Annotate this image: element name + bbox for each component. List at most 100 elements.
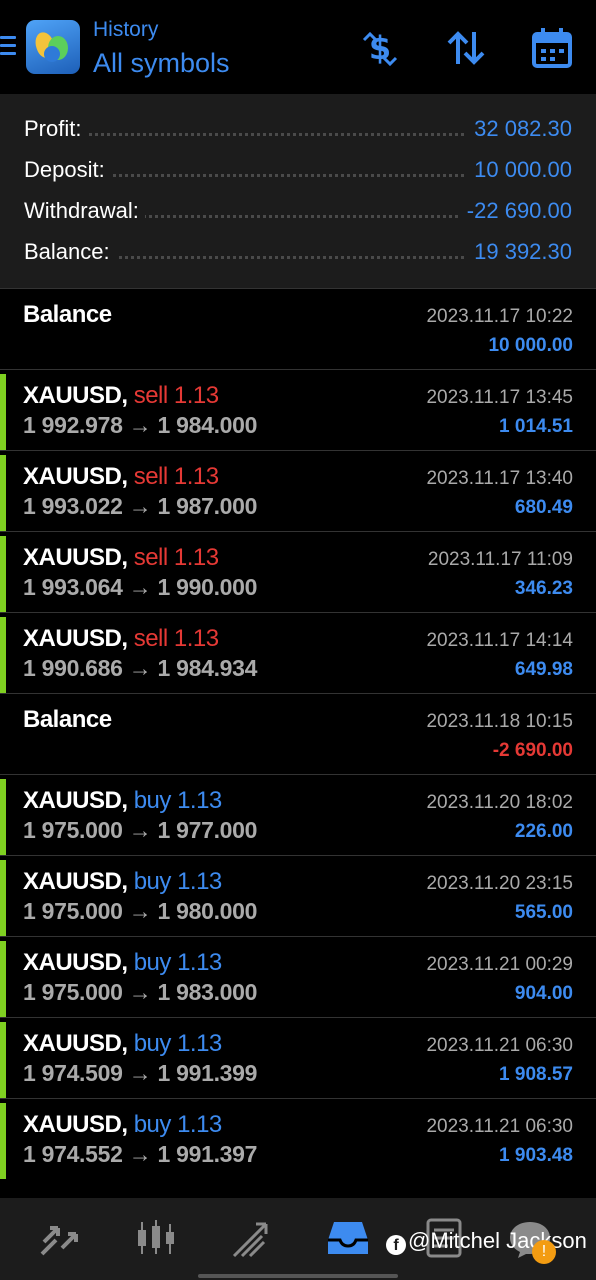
open-price: 1 990.686	[23, 655, 123, 681]
summary-balance: Balance: 19 392.30	[0, 239, 596, 271]
trade-symbol: XAUUSD,	[23, 544, 128, 571]
trade-volume: 1.13	[173, 463, 219, 490]
trade-prices: 1 974.552 → 1 991.397	[23, 1141, 257, 1168]
open-price: 1 975.000	[23, 817, 123, 843]
trade-time: 2023.11.21 00:29	[426, 954, 573, 975]
trade-side: buy	[133, 949, 172, 976]
trade-volume: 1.13	[177, 1111, 222, 1138]
history-icon[interactable]	[324, 1214, 372, 1262]
trade-symbol-line: XAUUSD, sell 1.13	[23, 544, 219, 572]
trade-symbol-line: XAUUSD, buy 1.13	[23, 1030, 222, 1058]
operation-time: 2023.11.18 10:15	[426, 711, 573, 732]
trade-row[interactable]: XAUUSD, buy 1.13 1 974.509 → 1 991.399 202…	[0, 1017, 596, 1099]
menu-icon[interactable]	[0, 36, 16, 58]
close-price: 1 991.399	[157, 1060, 258, 1086]
operation-title: Balance	[23, 301, 112, 328]
chart-icon[interactable]	[132, 1214, 180, 1262]
trade-volume: 1.13	[177, 787, 222, 814]
trade-symbol-line: XAUUSD, sell 1.13	[23, 382, 219, 410]
trade-row[interactable]: XAUUSD, sell 1.13 1 992.978 → 1 984.000 20…	[0, 369, 596, 451]
trade-profit: 226.00	[514, 821, 573, 842]
trade-profit: 346.23	[514, 578, 573, 599]
trade-symbol: XAUUSD,	[23, 463, 128, 490]
summary-label: Deposit:	[24, 157, 111, 183]
arrow-right-icon: →	[128, 574, 152, 600]
profit-indicator	[0, 374, 6, 450]
trade-volume: 1.13	[177, 1030, 222, 1057]
trade-symbol: XAUUSD,	[23, 1111, 128, 1138]
trade-profit: 680.49	[514, 497, 573, 518]
trade-volume: 1.13	[173, 382, 219, 409]
trade-side: sell	[133, 463, 169, 490]
arrow-right-icon: →	[128, 655, 152, 681]
close-price: 1 990.000	[157, 574, 258, 600]
symbol-filter[interactable]: All symbols	[93, 48, 230, 79]
trade-profit: 649.98	[514, 659, 573, 680]
trade-time: 2023.11.17 14:14	[426, 630, 573, 651]
calendar-icon[interactable]	[530, 26, 574, 70]
open-price: 1 975.000	[23, 898, 123, 924]
trade-prices: 1 975.000 → 1 983.000	[23, 979, 257, 1006]
trade-row[interactable]: XAUUSD, sell 1.13 1 990.686 → 1 984.934 20…	[0, 612, 596, 694]
balance-row[interactable]: Balance 2023.11.17 10:22 10 000.00	[0, 288, 596, 370]
open-price: 1 974.509	[23, 1060, 123, 1086]
operation-title: Balance	[23, 706, 112, 733]
app-header: History All symbols $	[0, 0, 596, 94]
arrow-right-icon: →	[128, 1141, 152, 1167]
page-title: History	[93, 18, 159, 41]
trade-symbol: XAUUSD,	[23, 382, 128, 409]
profit-indicator	[0, 779, 6, 855]
profit-indicator	[0, 536, 6, 612]
summary-value: -22 690.00	[458, 198, 572, 224]
trade-symbol-line: XAUUSD, sell 1.13	[23, 625, 219, 653]
trade-row[interactable]: XAUUSD, sell 1.13 1 993.064 → 1 990.000 20…	[0, 531, 596, 613]
summary-label: Withdrawal:	[24, 198, 145, 224]
close-price: 1 980.000	[157, 898, 258, 924]
trade-time: 2023.11.20 23:15	[426, 873, 573, 894]
arrow-right-icon: →	[128, 979, 152, 1005]
trade-row[interactable]: XAUUSD, buy 1.13 1 974.552 → 1 991.397 202…	[0, 1098, 596, 1180]
trade-prices: 1 975.000 → 1 977.000	[23, 817, 257, 844]
trade-row[interactable]: XAUUSD, buy 1.13 1 975.000 → 1 983.000 202…	[0, 936, 596, 1018]
quotes-icon[interactable]	[36, 1214, 84, 1262]
home-indicator[interactable]	[198, 1274, 398, 1278]
trade-row[interactable]: XAUUSD, buy 1.13 1 975.000 → 1 977.000 202…	[0, 774, 596, 856]
profit-indicator	[0, 1103, 6, 1179]
summary-value: 32 082.30	[466, 116, 572, 142]
open-price: 1 975.000	[23, 979, 123, 1005]
trade-time: 2023.11.17 11:09	[427, 549, 573, 570]
trade-side: buy	[133, 868, 172, 895]
summary-deposit: Deposit: 10 000.00	[0, 157, 596, 189]
trade-symbol: XAUUSD,	[23, 787, 128, 814]
profit-indicator	[0, 941, 6, 1017]
dollar-sign-icon[interactable]: $	[358, 26, 402, 70]
trade-row[interactable]: XAUUSD, sell 1.13 1 993.022 → 1 987.000 20…	[0, 450, 596, 532]
trade-side: buy	[133, 1111, 172, 1138]
trade-symbol: XAUUSD,	[23, 868, 128, 895]
trade-profit: 565.00	[514, 902, 573, 923]
trade-icon[interactable]	[228, 1214, 276, 1262]
balance-row[interactable]: Balance 2023.11.18 10:15 -2 690.00	[0, 693, 596, 775]
sort-icon[interactable]	[444, 26, 488, 70]
summary-label: Profit:	[24, 116, 88, 142]
trade-symbol-line: XAUUSD, buy 1.13	[23, 949, 222, 977]
close-price: 1 984.934	[157, 655, 258, 681]
trade-volume: 1.13	[173, 625, 219, 652]
open-price: 1 993.064	[23, 574, 123, 600]
notification-badge: !	[532, 1240, 556, 1264]
arrow-right-icon: →	[128, 412, 152, 438]
trade-side: buy	[133, 1030, 172, 1057]
trade-symbol: XAUUSD,	[23, 949, 128, 976]
close-price: 1 977.000	[157, 817, 258, 843]
trade-symbol-line: XAUUSD, buy 1.13	[23, 1111, 222, 1139]
trade-time: 2023.11.21 06:30	[426, 1116, 573, 1137]
trade-prices: 1 975.000 → 1 980.000	[23, 898, 257, 925]
profit-indicator	[0, 1022, 6, 1098]
operation-amount: -2 690.00	[492, 740, 573, 761]
profit-indicator	[0, 860, 6, 936]
trade-symbol: XAUUSD,	[23, 625, 128, 652]
open-price: 1 992.978	[23, 412, 123, 438]
trade-row[interactable]: XAUUSD, buy 1.13 1 975.000 → 1 980.000 202…	[0, 855, 596, 937]
trade-prices: 1 993.022 → 1 987.000	[23, 493, 257, 520]
arrow-right-icon: →	[128, 898, 152, 924]
